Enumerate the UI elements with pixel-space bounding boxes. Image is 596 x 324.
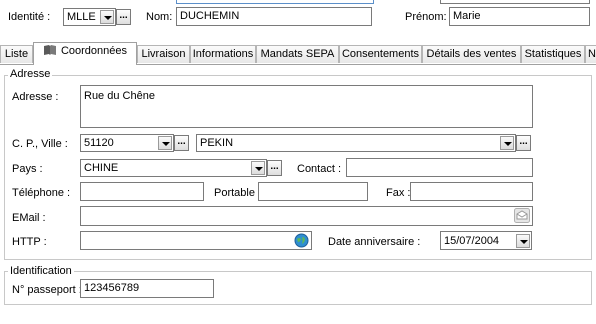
anniversaire-label: Date anniversaire : (328, 236, 421, 248)
identite-select[interactable]: MLLE (63, 8, 116, 26)
chevron-down-icon[interactable] (158, 136, 172, 150)
http-input[interactable] (80, 231, 312, 250)
cp-select[interactable]: 51120 (80, 134, 174, 152)
prenom-input[interactable]: Marie (449, 7, 590, 26)
pays-ellipsis-button[interactable]: ... (267, 160, 282, 176)
ville-select[interactable]: PEKIN (196, 134, 516, 152)
tab-informations[interactable]: Informations (190, 45, 256, 63)
chevron-down-icon[interactable] (100, 10, 114, 24)
cp-value: 51120 (84, 137, 114, 149)
tab-label: Consentements (341, 48, 420, 60)
tab-mandats-sepa[interactable]: Mandats SEPA (256, 45, 339, 63)
email-label: EMail : (12, 212, 46, 224)
cp-ville-label: C. P., Ville : (12, 138, 68, 150)
identite-value: MLLE (67, 11, 96, 23)
anniversaire-datepicker[interactable]: 15/07/2004 (440, 231, 532, 250)
fax-label: Fax : (386, 187, 411, 199)
prenom-label: Prénom: (405, 11, 447, 23)
portable-label: Portable : (214, 187, 262, 199)
identification-group-title: Identification (8, 265, 74, 277)
chevron-down-icon[interactable] (500, 136, 514, 150)
chevron-down-icon[interactable] (516, 234, 530, 248)
passeport-label: N° passeport : (12, 284, 82, 296)
contact-label: Contact : (297, 163, 342, 175)
tab-label: Statistiques (524, 48, 582, 60)
top-strip-right (440, 0, 590, 4)
adresse-textarea[interactable]: Rue du Chêne (80, 85, 533, 128)
pays-label: Pays : (12, 163, 43, 175)
tab-label: N (588, 48, 596, 60)
adresse-label: Adresse : (12, 91, 59, 103)
pays-select[interactable]: CHINE (80, 159, 267, 177)
telephone-label: Téléphone : (12, 187, 71, 199)
tab-livraison[interactable]: Livraison (137, 45, 190, 63)
identite-label: Identité : (8, 11, 51, 23)
adresse-group-title: Adresse (8, 68, 53, 80)
tab-details-ventes[interactable]: Détails des ventes (422, 45, 521, 63)
tab-label: Coordonnées (60, 45, 128, 57)
telephone-input[interactable] (80, 182, 204, 201)
passeport-input[interactable]: 123456789 (80, 279, 214, 298)
tab-label: Mandats SEPA (260, 48, 335, 60)
tab-consentements[interactable]: Consentements (339, 45, 422, 63)
fax-input[interactable] (410, 182, 533, 201)
pays-value: CHINE (84, 162, 119, 174)
tab-statistiques[interactable]: Statistiques (521, 45, 585, 63)
portable-input[interactable] (258, 182, 368, 201)
nom-label: Nom: (146, 11, 173, 23)
top-strip-left (176, 0, 374, 4)
tab-more[interactable]: N (585, 45, 596, 63)
globe-icon[interactable] (294, 233, 309, 251)
chevron-down-icon[interactable] (251, 161, 265, 175)
tab-label: Livraison (141, 48, 186, 60)
nom-input[interactable]: DUCHEMIN (176, 7, 372, 26)
tab-label: Détails des ventes (426, 48, 517, 60)
ville-ellipsis-button[interactable]: ... (516, 135, 531, 151)
cp-ellipsis-button[interactable]: ... (174, 135, 189, 151)
ville-value: PEKIN (200, 137, 234, 149)
tab-coordonnees[interactable]: Coordonnées (33, 42, 137, 65)
book-icon (43, 44, 57, 62)
http-label: HTTP : (12, 236, 47, 248)
identite-ellipsis-button[interactable]: ... (116, 9, 131, 25)
tab-bar: Liste Coordonnées Livraison Informations… (0, 42, 596, 65)
email-send-icon[interactable] (514, 208, 530, 226)
tab-liste[interactable]: Liste (0, 45, 33, 63)
tab-label: Informations (192, 48, 254, 60)
contact-input[interactable] (346, 158, 533, 177)
email-input[interactable] (80, 206, 533, 226)
anniversaire-value: 15/07/2004 (444, 235, 500, 247)
tab-label: Liste (4, 48, 29, 60)
